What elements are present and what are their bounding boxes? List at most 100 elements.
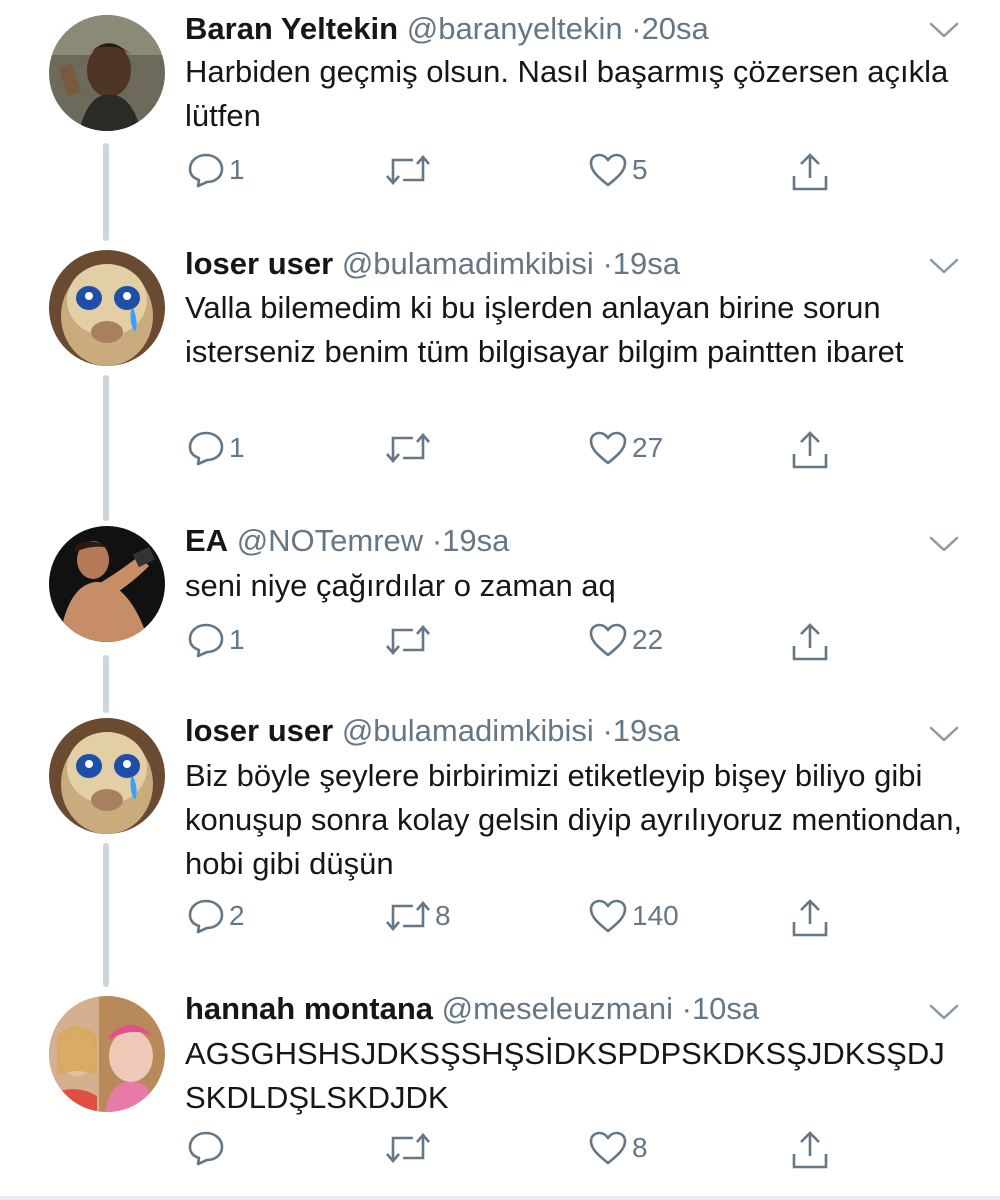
share-icon [792, 431, 828, 469]
tweet-text: Valla bilemedim ki bu işlerden anlayan b… [185, 290, 904, 369]
reply-icon [188, 899, 224, 934]
share-icon [792, 623, 828, 661]
avatar[interactable] [49, 15, 165, 131]
chevron-down-icon[interactable] [928, 20, 960, 40]
timestamp[interactable]: 19sa [613, 246, 680, 281]
tweet-text: AGSGHSHSJDKSŞSHŞSİDKSPDPSKDKSŞJDKSŞDJSKD… [185, 1036, 945, 1115]
share-icon [792, 1131, 828, 1169]
reply-button[interactable] [187, 1130, 229, 1166]
tweet-actions: 1 22 [0, 622, 1000, 672]
like-button[interactable]: 140 [588, 898, 679, 934]
separator-dot: · [602, 246, 613, 281]
chevron-down-icon[interactable] [928, 1002, 960, 1022]
user-handle[interactable]: @meseleuzmani [442, 991, 673, 1026]
retweet-button[interactable] [385, 430, 435, 466]
tweet[interactable]: loser user @bulamadimkibisi ·19sa Valla … [0, 240, 1000, 500]
heart-icon [589, 623, 627, 657]
timestamp[interactable]: 19sa [613, 713, 680, 748]
share-button[interactable] [790, 1130, 830, 1170]
timestamp[interactable]: 19sa [442, 523, 509, 558]
user-handle[interactable]: @baranyeltekin [407, 11, 623, 46]
reply-icon [188, 153, 224, 188]
reply-count: 1 [229, 432, 245, 463]
user-handle[interactable]: @bulamadimkibisi [342, 713, 594, 748]
tweet-text: seni niye çağırdılar o zaman aq [185, 568, 616, 603]
like-count: 27 [632, 432, 664, 463]
like-button[interactable]: 22 [588, 622, 663, 658]
tweet[interactable]: loser user @bulamadimkibisi ·19sa Biz bö… [0, 710, 1000, 980]
reply-button[interactable]: 1 [187, 622, 245, 658]
retweet-icon [386, 155, 430, 185]
like-button[interactable]: 27 [588, 430, 663, 466]
retweet-button[interactable] [385, 152, 435, 188]
share-icon [792, 899, 828, 937]
reply-count: 1 [229, 154, 245, 185]
retweet-icon [386, 1133, 430, 1163]
separator-dot: · [602, 713, 613, 748]
share-icon [792, 153, 828, 191]
like-count: 140 [632, 900, 679, 931]
tweet-header: hannah montana @meseleuzmani ·10sa [185, 990, 759, 1028]
reply-icon [188, 1131, 224, 1166]
tweet-header: Baran Yeltekin @baranyeltekin ·20sa [185, 10, 709, 48]
tweet-actions: 8 [0, 1130, 1000, 1180]
separator-dot: · [681, 991, 692, 1026]
reply-icon [188, 623, 224, 658]
user-handle[interactable]: @NOTemrew [237, 523, 423, 558]
like-count: 22 [632, 624, 664, 655]
display-name[interactable]: hannah montana [185, 991, 433, 1026]
reply-count: 2 [229, 900, 245, 931]
chevron-down-icon[interactable] [928, 534, 960, 554]
like-count: 5 [632, 154, 648, 185]
tweet-text: Biz böyle şeylere birbirimizi etiketleyi… [185, 758, 963, 881]
share-button[interactable] [790, 152, 830, 192]
divider [0, 1196, 1000, 1200]
reply-button[interactable]: 1 [187, 430, 245, 466]
reply-icon [188, 431, 224, 466]
retweet-count: 8 [435, 900, 451, 931]
tweet[interactable]: Baran Yeltekin @baranyeltekin ·20sa Harb… [0, 0, 1000, 230]
user-handle[interactable]: @bulamadimkibisi [342, 246, 594, 281]
like-button[interactable]: 5 [588, 152, 648, 188]
tweet[interactable]: hannah montana @meseleuzmani ·10sa AGSGH… [0, 988, 1000, 1196]
like-count: 8 [632, 1132, 648, 1163]
reply-button[interactable]: 1 [187, 152, 245, 188]
timestamp[interactable]: 10sa [692, 991, 759, 1026]
heart-icon [589, 1131, 627, 1165]
tweet-text: Harbiden geçmiş olsun. Nasıl başarmış çö… [185, 54, 949, 133]
share-button[interactable] [790, 622, 830, 662]
retweet-button[interactable] [385, 622, 435, 658]
heart-icon [589, 431, 627, 465]
tweet[interactable]: EA @NOTemrew ·19sa seni niye çağırdılar … [0, 520, 1000, 700]
retweet-icon [386, 433, 430, 463]
retweet-icon [386, 901, 430, 931]
display-name[interactable]: loser user [185, 246, 333, 281]
timestamp[interactable]: 20sa [642, 11, 709, 46]
chevron-down-icon[interactable] [928, 256, 960, 276]
share-button[interactable] [790, 898, 830, 938]
display-name[interactable]: EA [185, 523, 228, 558]
avatar[interactable] [49, 718, 165, 834]
tweet-header: loser user @bulamadimkibisi ·19sa [185, 712, 680, 750]
share-button[interactable] [790, 430, 830, 470]
reply-button[interactable]: 2 [187, 898, 245, 934]
tweet-header: loser user @bulamadimkibisi ·19sa [185, 245, 680, 283]
reply-count: 1 [229, 624, 245, 655]
separator-dot: · [631, 11, 642, 46]
tweet-actions: 1 5 [0, 152, 1000, 202]
tweet-actions: 2 8 140 [0, 898, 1000, 948]
like-button[interactable]: 8 [588, 1130, 648, 1166]
display-name[interactable]: Baran Yeltekin [185, 11, 398, 46]
avatar[interactable] [49, 250, 165, 366]
chevron-down-icon[interactable] [928, 724, 960, 744]
separator-dot: · [431, 523, 443, 558]
retweet-button[interactable]: 8 [385, 898, 451, 934]
tweet-actions: 1 27 [0, 430, 1000, 480]
heart-icon [589, 153, 627, 187]
retweet-icon [386, 625, 430, 655]
heart-icon [589, 899, 627, 933]
tweet-header: EA @NOTemrew ·19sa [185, 522, 509, 560]
retweet-button[interactable] [385, 1130, 435, 1166]
display-name[interactable]: loser user [185, 713, 333, 748]
avatar[interactable] [49, 996, 165, 1112]
